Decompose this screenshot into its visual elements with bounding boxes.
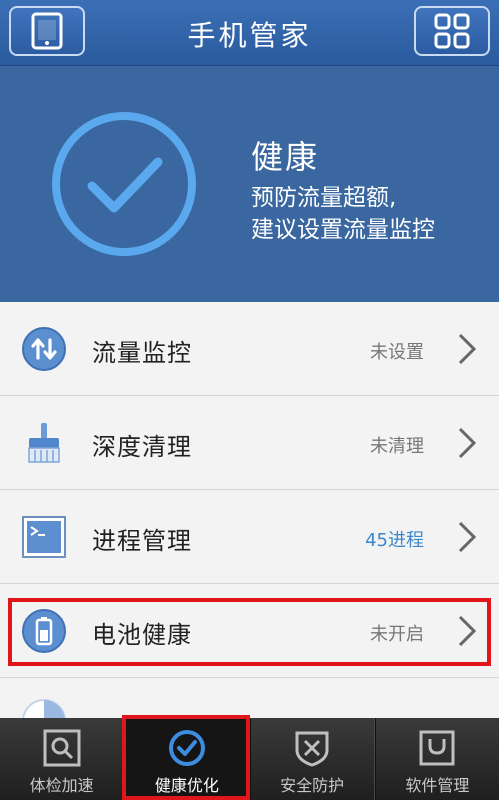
- tab-software[interactable]: 软件管理: [374, 718, 499, 800]
- list-item-status: 45进程: [365, 530, 424, 551]
- tab-label: 健康优化: [154, 776, 219, 795]
- chevron-right-icon: [458, 521, 477, 553]
- list-item-status: 未清理: [370, 436, 424, 457]
- list-item-label: 电池健康: [92, 621, 192, 649]
- bag-icon: [419, 730, 455, 766]
- pie-chart-icon: [22, 699, 66, 718]
- tab-label: 体检加速: [29, 776, 94, 795]
- tab-label: 软件管理: [405, 776, 470, 795]
- terminal-icon: [22, 516, 66, 558]
- list-item-status: 未设置: [370, 342, 424, 363]
- list-item-deep-clean[interactable]: 深度清理 未清理: [0, 396, 499, 490]
- health-advice-line-1: 预防流量超额,: [251, 185, 397, 211]
- tab-health-optimize[interactable]: 健康优化: [124, 718, 250, 800]
- health-status-title: 健康: [251, 138, 320, 176]
- traffic-arrows-icon: [22, 327, 66, 371]
- health-advice-line-2: 建议设置流量监控: [251, 217, 435, 243]
- list-item-label: 深度清理: [92, 433, 192, 461]
- grid-icon: [434, 13, 470, 49]
- health-status-panel: 健康 预防流量超额, 建议设置流量监控: [0, 66, 499, 302]
- list-item-traffic-monitor[interactable]: 流量监控 未设置: [0, 302, 499, 396]
- chevron-right-icon: [458, 427, 477, 459]
- magnifier-icon: [43, 729, 81, 767]
- list-item-process-manager[interactable]: 进程管理 45进程: [0, 490, 499, 584]
- grid-menu-button[interactable]: [414, 6, 490, 56]
- check-circle-icon: [168, 730, 205, 766]
- list-item-label: 进程管理: [92, 527, 192, 555]
- shield-icon: [295, 731, 329, 767]
- tab-security[interactable]: 安全防护: [249, 718, 375, 800]
- top-header: 手机管家: [0, 0, 499, 66]
- list-item-status: 未开启: [370, 624, 424, 645]
- bottom-tab-bar: 体检加速 健康优化 安全防护 软件管理: [0, 718, 499, 800]
- tab-label: 安全防护: [280, 776, 345, 795]
- list-item-label: 流量监控: [92, 339, 192, 367]
- chevron-right-icon: [458, 333, 477, 365]
- list-item-battery-health[interactable]: 电池健康 未开启: [0, 584, 499, 678]
- chevron-right-icon: [458, 615, 477, 647]
- list-item-partial[interactable]: [0, 678, 499, 718]
- battery-icon: [22, 609, 66, 653]
- check-circle-icon: [52, 112, 196, 256]
- brush-icon: [28, 423, 60, 463]
- tab-checkup[interactable]: 体检加速: [0, 718, 125, 800]
- optimization-list: 流量监控 未设置 深度清理 未清理 进程管理 45进程 电池健康 未开启: [0, 302, 499, 718]
